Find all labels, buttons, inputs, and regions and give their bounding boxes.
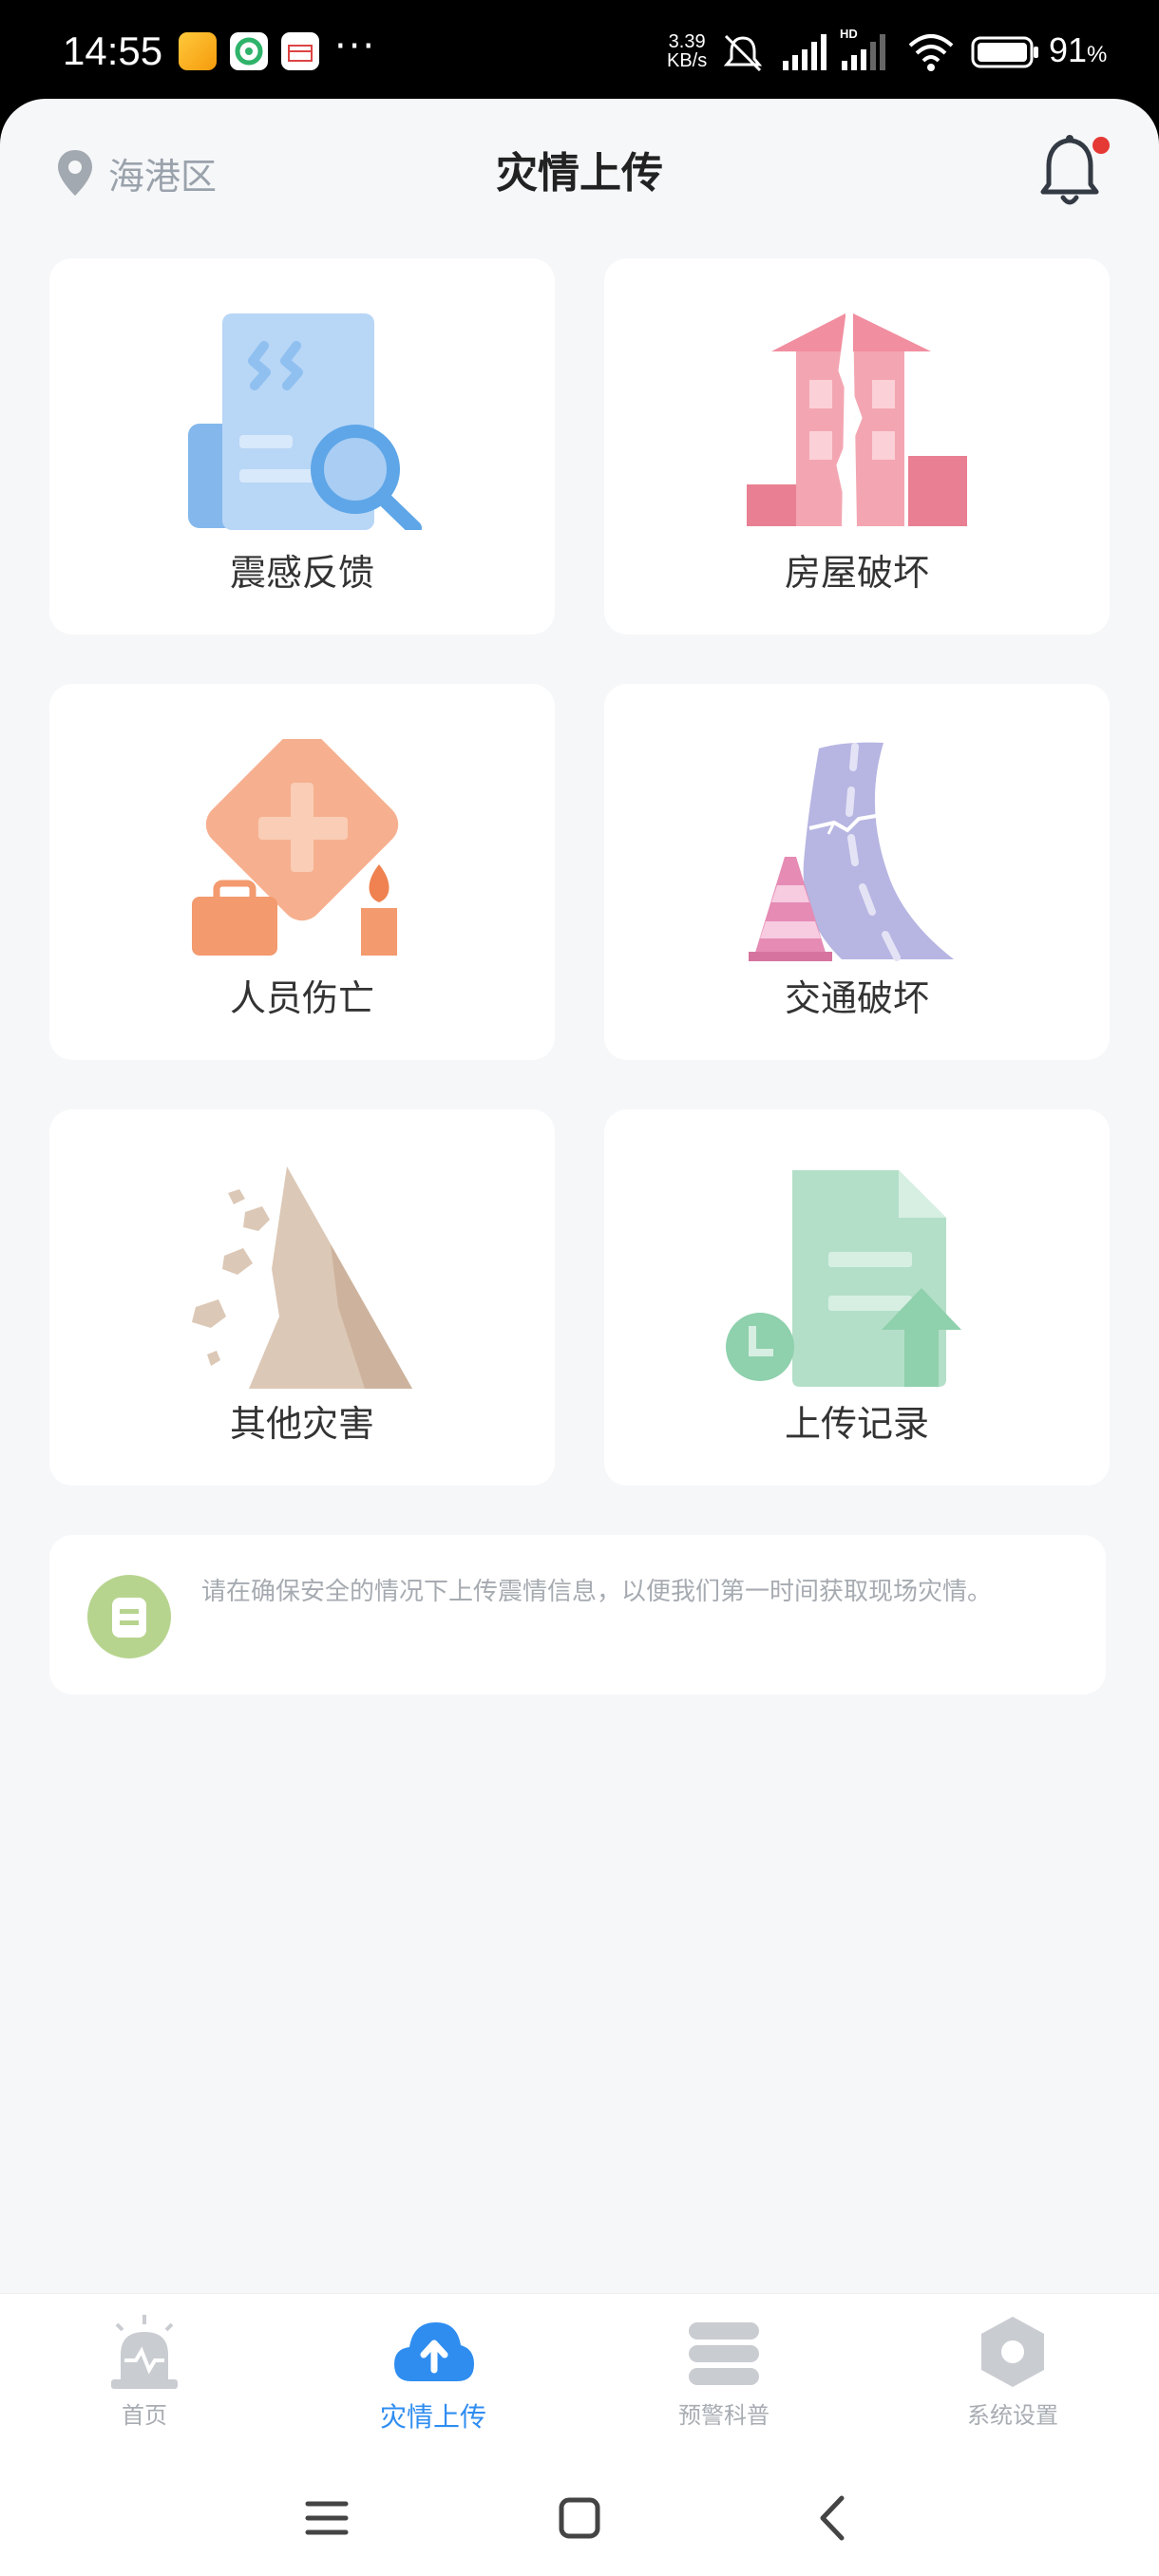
more-notifications-icon: ···	[334, 25, 377, 68]
battery-icon	[971, 36, 1038, 68]
card-casualties[interactable]: 人员伤亡	[49, 684, 555, 1060]
tab-label: 灾情上传	[379, 2401, 486, 2433]
document-search-icon	[188, 313, 422, 530]
books-icon	[689, 2322, 759, 2385]
cracked-building-icon	[747, 313, 967, 526]
status-time: 14:55	[63, 28, 163, 73]
card-label: 其他灾害	[229, 1403, 374, 1445]
page-title: 灾情上传	[496, 149, 663, 198]
tab-label: 首页	[122, 2402, 167, 2429]
tab-label: 系统设置	[967, 2402, 1058, 2429]
card-traffic-damage[interactable]: 交通破坏	[604, 684, 1110, 1060]
tab-disaster-upload[interactable]: 灾情上传	[338, 2313, 528, 2446]
card-label: 震感反馈	[229, 552, 374, 594]
upload-record-icon	[726, 1170, 961, 1387]
menu-nav-button[interactable]	[289, 2485, 365, 2551]
notes-app-icon	[179, 32, 217, 70]
tab-label: 预警科普	[678, 2402, 770, 2429]
tab-warning-science[interactable]: 预警科普	[629, 2313, 819, 2446]
mute-bell-icon	[723, 34, 763, 72]
square-home-icon	[559, 2497, 600, 2539]
cloud-upload-icon	[394, 2322, 474, 2381]
alarm-icon	[111, 2315, 178, 2389]
safety-notice: 请在确保安全的情况下上传震情信息，以便我们第一时间获取现场灾情。	[49, 1535, 1106, 1695]
notice-document-icon	[87, 1575, 171, 1658]
system-nav-bar	[0, 2460, 1159, 2576]
bottom-tab-bar: 首页 灾情上传 预警科普 系统设置	[0, 2293, 1159, 2461]
menu-icon	[305, 2501, 349, 2535]
svg-text:HD: HD	[840, 27, 858, 41]
card-label: 房屋破坏	[784, 552, 929, 594]
card-upload-records[interactable]: 上传记录	[604, 1109, 1110, 1486]
back-chevron-icon	[820, 2495, 845, 2541]
wifi-icon	[908, 34, 954, 71]
browser-app-icon	[230, 32, 268, 70]
medical-casualty-icon	[192, 739, 399, 956]
cracked-road-icon	[749, 742, 954, 961]
landslide-icon	[192, 1166, 412, 1389]
notice-text: 请在确保安全的情况下上传震情信息，以便我们第一时间获取现场灾情。	[201, 1578, 993, 1606]
settings-hexagon-icon	[981, 2317, 1044, 2387]
card-label: 上传记录	[784, 1403, 929, 1445]
home-nav-button[interactable]	[542, 2485, 618, 2551]
calendar-app-icon	[281, 32, 319, 70]
battery-level: 91%	[1049, 30, 1108, 69]
card-house-damage[interactable]: 房屋破坏	[604, 258, 1110, 635]
back-nav-button[interactable]	[794, 2485, 870, 2551]
card-label: 人员伤亡	[229, 977, 374, 1019]
status-bar: 14:55 ··· 3.39 KB/s HD 91%	[0, 0, 1159, 104]
tab-home[interactable]: 首页	[49, 2313, 239, 2446]
notification-button[interactable]	[1034, 127, 1110, 213]
tab-system-settings[interactable]: 系统设置	[918, 2313, 1108, 2446]
card-other-disasters[interactable]: 其他灾害	[49, 1109, 555, 1486]
card-label: 交通破坏	[784, 977, 929, 1019]
card-felt-report[interactable]: 震感反馈	[49, 258, 555, 635]
app-screen: 海港区 灾情上传 震感反馈 房屋破坏 人员伤亡 交通破坏 其他灾害 上传记录 请…	[0, 99, 1159, 2576]
signal-icon	[783, 34, 826, 70]
hd-signal-icon: HD	[840, 27, 885, 70]
notification-dot	[1092, 137, 1110, 154]
net-speed: 3.39 KB/s	[667, 31, 708, 71]
